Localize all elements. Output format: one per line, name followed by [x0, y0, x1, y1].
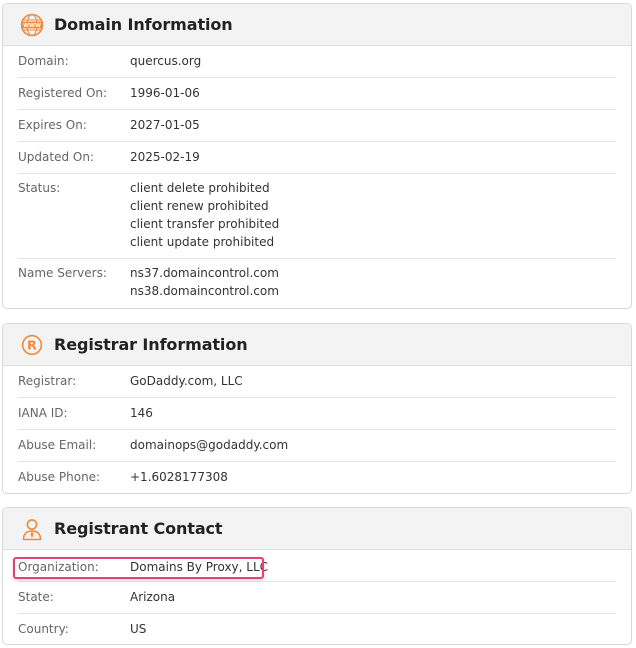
iana-id-value: 146: [130, 406, 153, 420]
expires-on-value: 2027-01-05: [130, 118, 200, 132]
domain-label: Domain:: [18, 54, 69, 68]
abuse-email-label: Abuse Email:: [18, 438, 97, 452]
iana-id-label: IANA ID:: [18, 406, 68, 420]
updated-on-value: 2025-02-19: [130, 150, 200, 164]
organization-highlight-box: [13, 557, 264, 579]
updated-on-row: Updated On: 2025-02-19: [18, 142, 616, 174]
abuse-phone-label: Abuse Phone:: [18, 470, 101, 484]
status-value: client delete prohibited: [130, 181, 270, 195]
status-value: client transfer prohibited: [130, 217, 280, 231]
registrar-row: Registrar: GoDaddy.com, LLC: [18, 366, 616, 398]
expires-on-row: Expires On: 2027-01-05: [18, 110, 616, 142]
registered-on-value: 1996-01-06: [130, 86, 200, 100]
registrar-label: Registrar:: [18, 374, 77, 388]
state-value: Arizona: [130, 590, 176, 604]
domain-information-panel: WWW Domain Information Domain: quercus.o…: [2, 3, 632, 309]
state-label: State:: [18, 590, 54, 604]
updated-on-label: Updated On:: [18, 150, 94, 164]
registrar-information-title: Registrar Information: [54, 335, 248, 354]
registered-icon: R: [19, 332, 45, 358]
registrant-contact-title: Registrant Contact: [54, 519, 223, 538]
registrar-value: GoDaddy.com, LLC: [130, 374, 243, 388]
name-servers-row: Name Servers: ns37.domaincontrol.com ns3…: [18, 259, 616, 307]
domain-value: quercus.org: [130, 54, 202, 68]
abuse-phone-row: Abuse Phone: +1.6028177308: [18, 462, 616, 493]
registrar-information-header: R Registrar Information: [3, 324, 631, 366]
name-servers-label: Name Servers:: [18, 266, 107, 280]
status-label: Status:: [18, 181, 61, 195]
name-servers-values: ns37.domaincontrol.com ns38.domaincontro…: [130, 264, 279, 307]
person-icon: [19, 516, 45, 542]
status-row: Status: client delete prohibited client …: [18, 174, 616, 259]
abuse-phone-value: +1.6028177308: [130, 470, 228, 484]
status-values: client delete prohibited client renew pr…: [130, 179, 279, 258]
domain-row: Domain: quercus.org: [18, 46, 616, 78]
svg-text:R: R: [27, 337, 37, 352]
name-server-value: ns38.domaincontrol.com: [130, 284, 279, 298]
abuse-email-value: domainops@godaddy.com: [130, 438, 289, 452]
state-row: State: Arizona: [18, 582, 616, 614]
domain-information-header: WWW Domain Information: [3, 4, 631, 46]
registered-on-label: Registered On:: [18, 86, 108, 100]
country-label: Country:: [18, 622, 69, 636]
country-value: US: [130, 622, 147, 636]
expires-on-label: Expires On:: [18, 118, 87, 132]
registrant-contact-header: Registrant Contact: [3, 508, 631, 550]
registrar-information-panel: R Registrar Information Registrar: GoDad…: [2, 323, 632, 494]
iana-id-row: IANA ID: 146: [18, 398, 616, 430]
registered-on-row: Registered On: 1996-01-06: [18, 78, 616, 110]
country-row: Country: US: [18, 614, 616, 644]
www-globe-icon: WWW: [19, 12, 45, 38]
abuse-email-row: Abuse Email: domainops@godaddy.com: [18, 430, 616, 462]
svg-text:WWW: WWW: [23, 23, 41, 29]
name-server-value: ns37.domaincontrol.com: [130, 266, 279, 280]
status-value: client renew prohibited: [130, 199, 269, 213]
status-value: client update prohibited: [130, 235, 275, 249]
domain-information-title: Domain Information: [54, 15, 233, 34]
